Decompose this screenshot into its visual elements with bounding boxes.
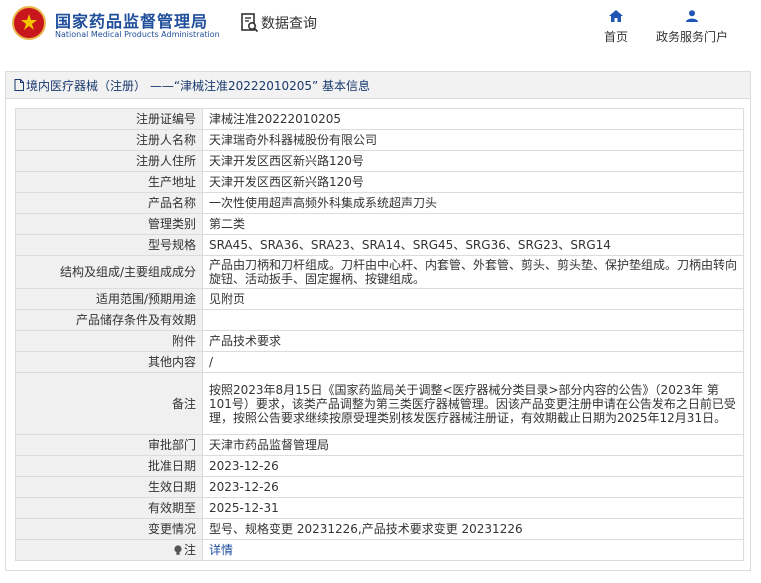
table-row: 附件 产品技术要求 xyxy=(15,330,744,352)
table-row: 注册人名称 天津瑞奇外科器械股份有限公司 xyxy=(15,129,744,151)
field-value: 津械注准20222010205 xyxy=(202,108,744,130)
table-row: 适用范围/预期用途 见附页 xyxy=(15,288,744,310)
device-info-table: 注册证编号 津械注准20222010205 注册人名称 天津瑞奇外科器械股份有限公司… xyxy=(15,108,744,561)
data-query-label: 数据查询 xyxy=(261,16,317,32)
table-row: 批准日期 2023-12-26 xyxy=(15,455,744,477)
field-value: 2023-12-26 xyxy=(202,476,744,498)
panel-title-bar: 境内医疗器械（注册） ——“津械注准20222010205” 基本信息 xyxy=(6,72,750,99)
user-icon xyxy=(686,10,698,22)
table-row: 变更情况 型号、规格变更 20231226,产品技术要求变更 20231226 xyxy=(15,518,744,540)
field-label: 注 xyxy=(183,543,196,557)
table-row: 结构及组成/主要组成成分 产品由刀柄和刀杆组成。刀杆由中心杆、内套管、外套管、剪头… xyxy=(15,255,744,289)
nav-home-label[interactable]: 首页 xyxy=(604,30,628,44)
lightbulb-icon xyxy=(174,545,182,555)
field-label: 产品储存条件及有效期 xyxy=(15,309,203,331)
panel-title: 境内医疗器械（注册） ——“津械注准20222010205” 基本信息 xyxy=(26,78,371,93)
table-row: 产品名称 一次性使用超声高频外科集成系统超声刀头 xyxy=(15,192,744,214)
nav-service-portal[interactable]: 政务服务门户 xyxy=(652,10,732,45)
document-icon xyxy=(14,79,24,91)
details-link[interactable]: 详情 xyxy=(209,543,233,557)
document-search-icon xyxy=(241,13,259,33)
table-row: 产品储存条件及有效期 xyxy=(15,309,744,331)
field-label: 生效日期 xyxy=(15,476,203,498)
table-row: 管理类别 第二类 xyxy=(15,213,744,235)
table-row: 生产地址 天津开发区西区新兴路120号 xyxy=(15,171,744,193)
field-value: 天津市药品监督管理局 xyxy=(202,434,744,456)
field-value: 天津开发区西区新兴路120号 xyxy=(202,171,744,193)
field-label: 注册证编号 xyxy=(15,108,203,130)
field-value: 第二类 xyxy=(202,213,744,235)
field-label: 生产地址 xyxy=(15,171,203,193)
table-row: 生效日期 2023-12-26 xyxy=(15,476,744,498)
field-label: 备注 xyxy=(15,372,203,435)
field-label: 型号规格 xyxy=(15,234,203,256)
field-value: 2023-12-26 xyxy=(202,455,744,477)
field-label: 附件 xyxy=(15,330,203,352)
table-row: 有效期至 2025-12-31 xyxy=(15,497,744,519)
nav-home[interactable]: 首页 xyxy=(598,10,634,45)
field-value: 见附页 xyxy=(202,288,744,310)
site-name-cn[interactable]: 国家药品监督管理局 xyxy=(55,8,208,32)
field-label: 其他内容 xyxy=(15,351,203,373)
table-row: 备注 按照2023年8月15日《国家药监局关于调整<医疗器械分类目录>部分内容的公… xyxy=(15,372,744,435)
national-emblem-logo[interactable] xyxy=(12,6,46,40)
field-value: 天津开发区西区新兴路120号 xyxy=(202,150,744,172)
table-row: 注 详情 xyxy=(15,539,744,561)
field-value: 型号、规格变更 20231226,产品技术要求变更 20231226 xyxy=(202,518,744,540)
field-label: 管理类别 xyxy=(15,213,203,235)
note-label-cell: 注 xyxy=(15,539,203,561)
field-value: SRA45、SRA36、SRA23、SRA14、SRG45、SRG36、SRG2… xyxy=(202,234,744,256)
field-value: 按照2023年8月15日《国家药监局关于调整<医疗器械分类目录>部分内容的公告》… xyxy=(202,372,744,435)
field-value: / xyxy=(202,351,744,373)
field-value: 天津瑞奇外科器械股份有限公司 xyxy=(202,129,744,151)
field-label: 适用范围/预期用途 xyxy=(15,288,203,310)
table-row: 型号规格 SRA45、SRA36、SRA23、SRA14、SRG45、SRG36、… xyxy=(15,234,744,256)
field-label: 审批部门 xyxy=(15,434,203,456)
field-value: 产品由刀柄和刀杆组成。刀杆由中心杆、内套管、外套管、剪头、剪头垫、保护垫组成。刀… xyxy=(202,255,744,289)
field-label: 有效期至 xyxy=(15,497,203,519)
site-header: 国家药品监督管理局 National Medical Products Admi… xyxy=(0,0,761,66)
field-label: 变更情况 xyxy=(15,518,203,540)
field-label: 产品名称 xyxy=(15,192,203,214)
device-info-panel: 境内医疗器械（注册） ——“津械注准20222010205” 基本信息 注册证编… xyxy=(5,71,751,571)
field-value: 2025-12-31 xyxy=(202,497,744,519)
field-value: 一次性使用超声高频外科集成系统超声刀头 xyxy=(202,192,744,214)
details-cell: 详情 xyxy=(202,539,744,561)
field-label: 结构及组成/主要组成成分 xyxy=(15,255,203,289)
field-value: 产品技术要求 xyxy=(202,330,744,352)
field-value xyxy=(202,309,744,331)
home-icon xyxy=(609,10,623,22)
table-row: 审批部门 天津市药品监督管理局 xyxy=(15,434,744,456)
table-row: 其他内容 / xyxy=(15,351,744,373)
data-query-title: 数据查询 xyxy=(241,12,317,34)
field-label: 注册人名称 xyxy=(15,129,203,151)
site-name-en[interactable]: National Medical Products Administration xyxy=(55,30,220,39)
field-label: 批准日期 xyxy=(15,455,203,477)
table-row: 注册人住所 天津开发区西区新兴路120号 xyxy=(15,150,744,172)
field-label: 注册人住所 xyxy=(15,150,203,172)
nav-portal-label[interactable]: 政务服务门户 xyxy=(656,30,728,44)
table-row: 注册证编号 津械注准20222010205 xyxy=(15,108,744,130)
